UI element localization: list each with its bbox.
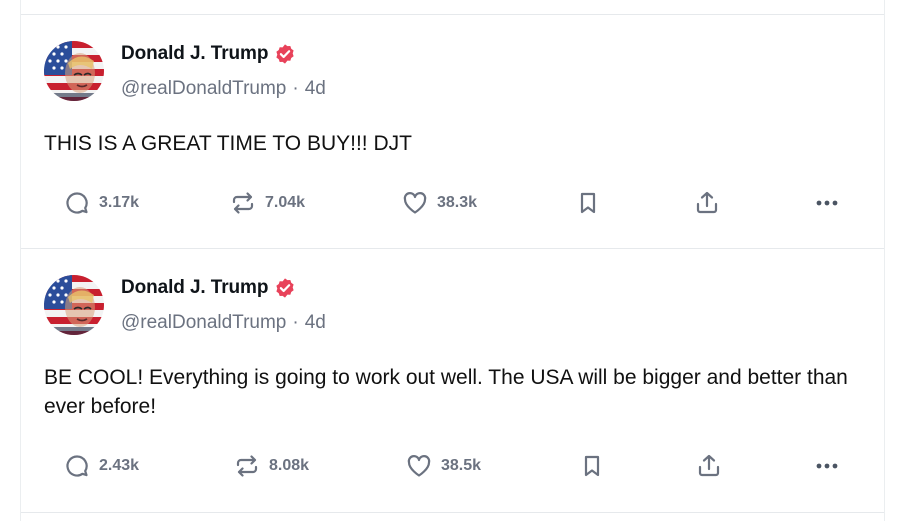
handle-row: @realDonaldTrump · 4d: [121, 312, 326, 334]
post-text: BE COOL! Everything is going to work out…: [44, 366, 848, 418]
like-count: 38.5k: [441, 457, 482, 474]
repost-button[interactable]: 8.08k: [233, 446, 309, 486]
handle[interactable]: @realDonaldTrump: [121, 312, 286, 334]
repost-button[interactable]: 7.04k: [229, 183, 305, 223]
like-button[interactable]: 38.5k: [405, 446, 481, 486]
post-text: THIS IS A GREAT TIME TO BUY!!! DJT: [44, 132, 412, 155]
share-upload-icon: [693, 189, 721, 217]
share-button[interactable]: [693, 183, 721, 223]
more-dots-icon: [813, 452, 841, 480]
display-name[interactable]: Donald J. Trump: [121, 277, 268, 299]
handle-row: @realDonaldTrump · 4d: [121, 78, 326, 100]
handle[interactable]: @realDonaldTrump: [121, 78, 286, 100]
repost-arrows-icon: [229, 189, 257, 217]
bookmark-icon: [574, 189, 602, 217]
timestamp[interactable]: 4d: [305, 78, 326, 100]
separator-dot: ·: [292, 78, 299, 99]
reply-count: 2.43k: [99, 457, 140, 474]
more-dots-icon: [813, 189, 841, 217]
feed: Donald J. Trump @realDonaldTrump · 4d TH…: [20, 0, 885, 521]
post[interactable]: Donald J. Trump @realDonaldTrump · 4d TH…: [21, 15, 884, 248]
author-name-row: Donald J. Trump: [121, 277, 296, 299]
reply-button[interactable]: 2.43k: [63, 446, 139, 486]
avatar[interactable]: [44, 275, 104, 335]
reply-count: 3.17k: [99, 194, 140, 211]
action-bar: 2.43k 8.08k 38.5k: [21, 446, 884, 486]
share-upload-icon: [695, 452, 723, 480]
share-button[interactable]: [695, 446, 723, 486]
speech-bubble-icon: [63, 452, 91, 480]
author-name-row: Donald J. Trump: [121, 43, 296, 65]
separator-dot: ·: [292, 312, 299, 333]
avatar[interactable]: [44, 41, 104, 101]
heart-icon: [401, 189, 429, 217]
repost-count: 8.08k: [269, 457, 310, 474]
post[interactable]: Donald J. Trump @realDonaldTrump · 4d BE…: [21, 249, 884, 512]
repost-arrows-icon: [233, 452, 261, 480]
more-button[interactable]: [813, 446, 841, 486]
action-bar: 3.17k 7.04k 38.3k: [21, 183, 884, 223]
bookmark-button[interactable]: [578, 446, 606, 486]
repost-count: 7.04k: [265, 194, 306, 211]
reply-button[interactable]: 3.17k: [63, 183, 139, 223]
like-button[interactable]: 38.3k: [401, 183, 477, 223]
post-divider: [21, 512, 884, 513]
verified-badge-icon: [274, 43, 296, 65]
heart-icon: [405, 452, 433, 480]
timestamp[interactable]: 4d: [305, 312, 326, 334]
more-button[interactable]: [813, 183, 841, 223]
like-count: 38.3k: [437, 194, 478, 211]
bookmark-icon: [578, 452, 606, 480]
display-name[interactable]: Donald J. Trump: [121, 43, 268, 65]
speech-bubble-icon: [63, 189, 91, 217]
bookmark-button[interactable]: [574, 183, 602, 223]
verified-badge-icon: [274, 277, 296, 299]
